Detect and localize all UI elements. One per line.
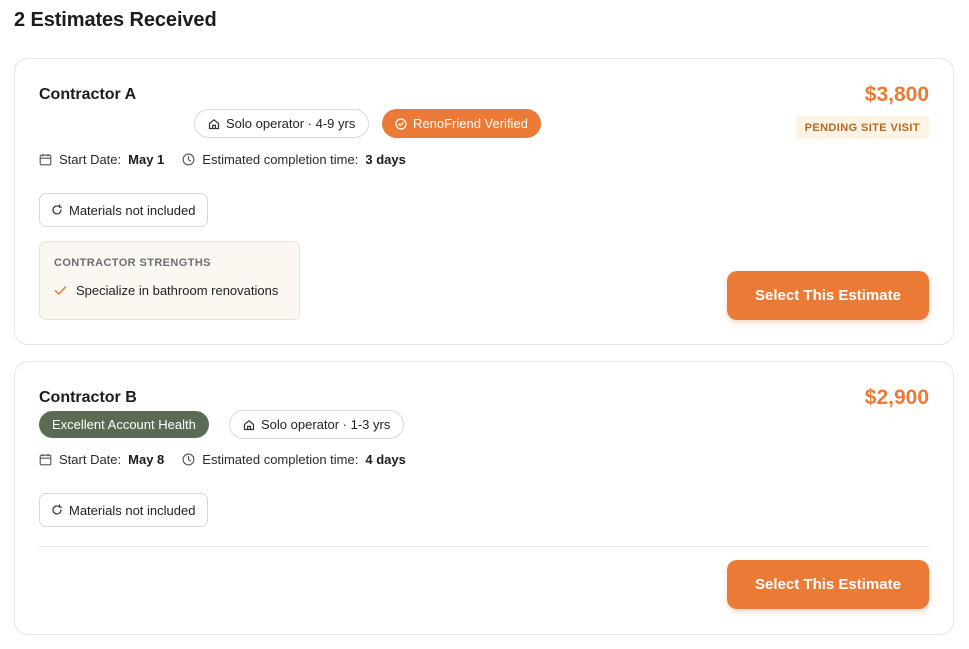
status-badge: PENDING SITE VISIT: [795, 116, 929, 139]
clock-icon: [182, 153, 195, 166]
completion-value: 4 days: [365, 452, 406, 467]
estimate-card-contractor-a: Contractor A $3,800 Solo operator · 4-9 …: [14, 58, 954, 345]
materials-badge: Materials not included: [39, 193, 209, 227]
calendar-icon: [39, 454, 52, 466]
materials-label: Materials not included: [69, 202, 196, 218]
schedule-row: Start Date: May 8 Estimated completion t…: [39, 452, 424, 467]
house-icon: [243, 419, 255, 430]
check-circle-icon: [395, 117, 407, 130]
account-health-badge: Excellent Account Health: [39, 411, 209, 438]
calendar-icon: [39, 154, 52, 166]
select-estimate-button[interactable]: Select This Estimate: [727, 560, 929, 609]
schedule-row: Start Date: May 1 Estimated completion t…: [39, 152, 424, 167]
materials-label: Materials not included: [69, 502, 196, 518]
strength-item-label: Specialize in bathroom renovations: [76, 283, 279, 298]
refresh-icon: [52, 504, 62, 515]
select-estimate-button[interactable]: Select This Estimate: [727, 271, 929, 320]
house-icon: [208, 118, 220, 129]
refresh-icon: [52, 204, 62, 215]
estimate-price: $3,800: [864, 83, 929, 106]
start-date-label: Start Date:: [59, 452, 122, 467]
start-date-value: May 1: [128, 152, 165, 167]
contractor-name: Contractor B: [39, 389, 137, 406]
strength-item: Specialize in bathroom renovations: [54, 283, 285, 298]
materials-badge: Materials not included: [39, 493, 209, 527]
operator-badge: Solo operator · 4-9 yrs: [194, 109, 370, 138]
completion-value: 3 days: [365, 152, 406, 167]
start-date-label: Start Date:: [59, 152, 122, 167]
account-health-label: Excellent Account Health: [52, 417, 196, 432]
card-divider: [39, 546, 929, 547]
strengths-heading: CONTRACTOR STRENGTHS: [54, 257, 211, 269]
operator-badge: Solo operator · 1-3 yrs: [229, 410, 405, 439]
completion-label: Estimated completion time:: [202, 152, 359, 167]
verified-badge: RenoFriend Verified: [382, 109, 541, 138]
start-date-value: May 8: [128, 452, 165, 467]
page-title: 2 Estimates Received: [14, 9, 217, 31]
completion-label: Estimated completion time:: [202, 452, 359, 467]
operator-badge-label: Solo operator · 4-9 yrs: [226, 116, 356, 131]
contractor-name: Contractor A: [39, 86, 137, 103]
operator-badge-label: Solo operator · 1-3 yrs: [261, 417, 391, 432]
checkmark-icon: [54, 286, 67, 295]
verified-badge-label: RenoFriend Verified: [413, 116, 528, 131]
clock-icon: [182, 453, 195, 466]
estimate-card-contractor-b: Contractor B $2,900 Excellent Account He…: [14, 361, 954, 635]
contractor-strengths-panel: CONTRACTOR STRENGTHS Specialize in bathr…: [39, 241, 300, 320]
estimate-price: $2,900: [864, 386, 929, 409]
